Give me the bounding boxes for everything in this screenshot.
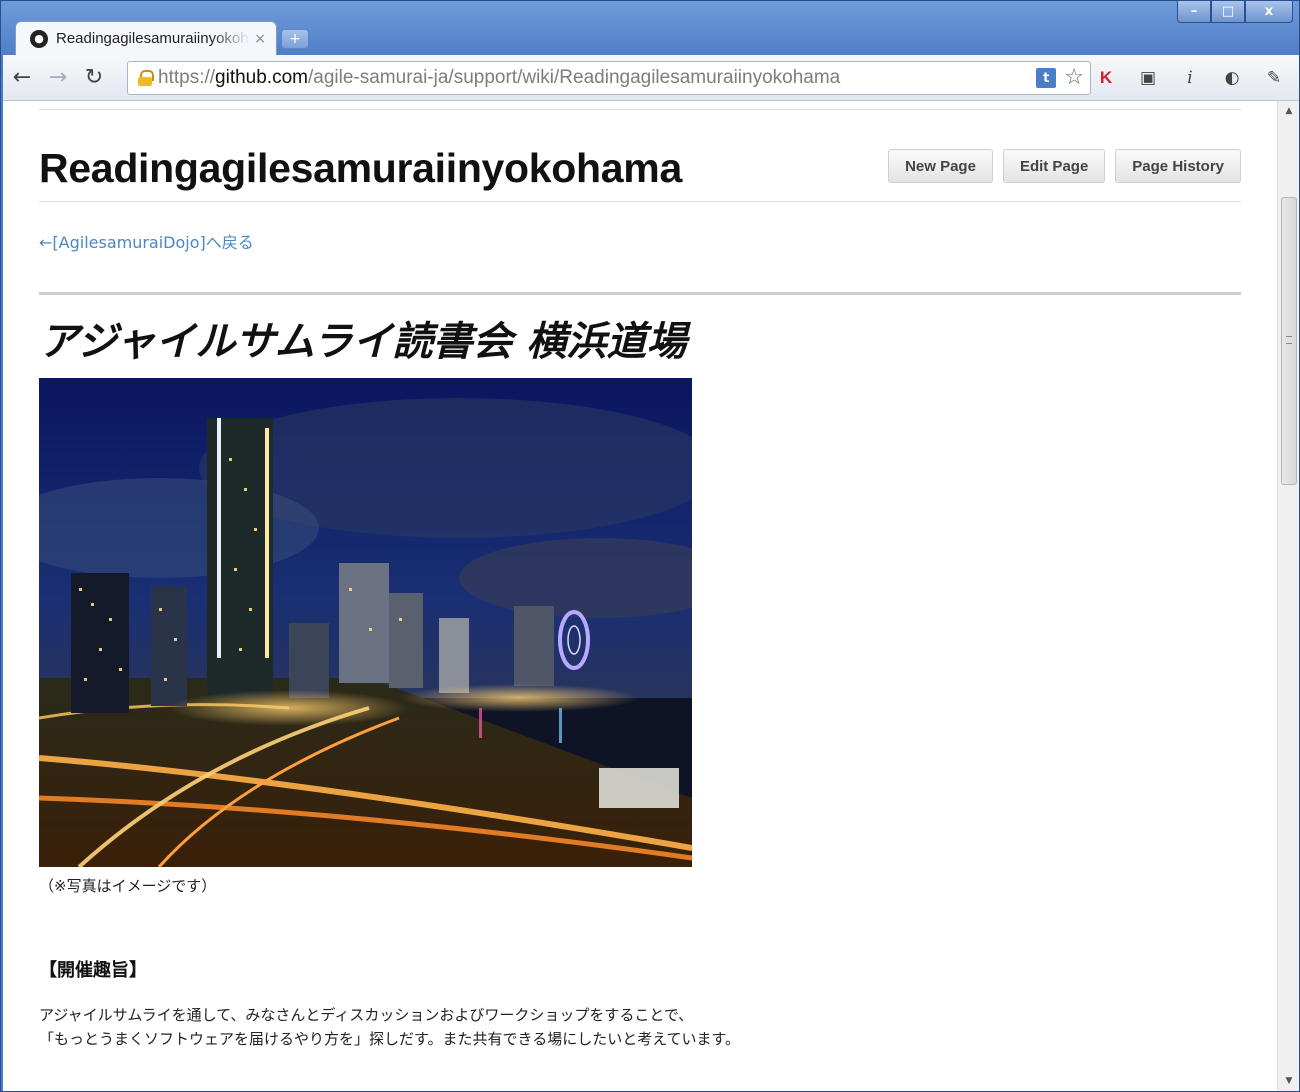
cityscape-illustration (39, 378, 692, 867)
wiki-heading: アジャイルサムライ読書会 横浜道場 (39, 319, 687, 365)
scrollbar-grip (1286, 336, 1292, 344)
globe-extension-icon[interactable]: ◐ (1219, 65, 1245, 91)
section-heading: 【開催趣旨】 (39, 960, 147, 981)
page-actions: New Page Edit Page Page History (888, 149, 1241, 183)
url-text[interactable]: https://github.com/agile-samurai-ja/supp… (158, 67, 840, 89)
info-extension-icon[interactable]: i (1177, 65, 1203, 91)
extension-icons: K ▣ i ◐ ✎ (1093, 65, 1287, 91)
url-scheme: https:// (158, 67, 216, 88)
window-controls: – □ x (1177, 1, 1293, 23)
edit-page-button[interactable]: Edit Page (1002, 149, 1106, 183)
k-extension-icon[interactable]: K (1093, 65, 1119, 91)
paragraph-line: アジャイルサムライを通して、みなさんとディスカッションおよびワークショップをする… (39, 1006, 694, 1024)
lock-icon[interactable] (138, 70, 154, 86)
github-favicon-icon: ● (30, 29, 48, 48)
new-page-button[interactable]: New Page (888, 149, 993, 183)
heading-rule (39, 292, 1241, 295)
page-title: Readingagilesamuraiinyokohama (39, 145, 682, 191)
scroll-down-icon[interactable]: ▼ (1278, 1071, 1299, 1091)
yokohama-night-photo (39, 378, 692, 867)
maximize-button[interactable]: □ (1211, 1, 1245, 23)
title-divider (39, 201, 1241, 202)
back-arrow-icon[interactable]: ← (5, 61, 39, 95)
wrench-icon[interactable]: ✎ (1261, 65, 1287, 91)
minimize-button[interactable]: – (1177, 1, 1211, 23)
purpose-paragraph: アジャイルサムライを通して、みなさんとディスカッションおよびワークショップをする… (39, 1003, 740, 1051)
page-history-button[interactable]: Page History (1115, 149, 1241, 183)
window-extension-icon[interactable]: ▣ (1135, 65, 1161, 91)
back-to-dojo-link[interactable]: ←[AgilesamuraiDojo]へ戻る (39, 229, 254, 253)
url-host: github.com (215, 67, 308, 88)
top-divider (39, 109, 1241, 110)
forward-arrow-icon[interactable]: → (41, 61, 75, 95)
close-window-button[interactable]: x (1245, 1, 1293, 23)
browser-tab[interactable]: ● Readingagilesamuraiinyokohama × (15, 21, 277, 55)
translate-extension-icon[interactable]: t (1036, 68, 1057, 88)
url-path: /agile-samurai-ja/support/wiki/Readingag… (307, 67, 841, 88)
address-bar[interactable]: https://github.com/agile-samurai-ja/supp… (127, 61, 1091, 95)
browser-window: – □ x ● Readingagilesamuraiinyokohama × … (0, 0, 1300, 1092)
photo-caption: （※写真はイメージです） (39, 877, 217, 895)
tab-close-icon[interactable]: × (254, 31, 266, 47)
browser-toolbar: ← → ↻ https://github.com/agile-samurai-j… (3, 55, 1299, 101)
new-tab-button[interactable]: + (281, 29, 309, 49)
bookmark-star-icon[interactable]: ☆ (1064, 67, 1084, 89)
scrollbar-thumb[interactable] (1281, 197, 1297, 485)
vertical-scrollbar[interactable]: ▲ ▼ (1277, 101, 1299, 1091)
omnibox-icons: t ☆ (1036, 67, 1084, 89)
page-viewport: Readingagilesamuraiinyokohama New Page E… (3, 101, 1299, 1091)
scroll-up-icon[interactable]: ▲ (1278, 101, 1299, 121)
reload-icon[interactable]: ↻ (77, 61, 111, 95)
paragraph-line: 「もっとうまくソフトウェアを届けるやり方を」探しだす。また共有できる場にしたいと… (39, 1030, 740, 1048)
tab-title: Readingagilesamuraiinyokohama (56, 30, 250, 47)
